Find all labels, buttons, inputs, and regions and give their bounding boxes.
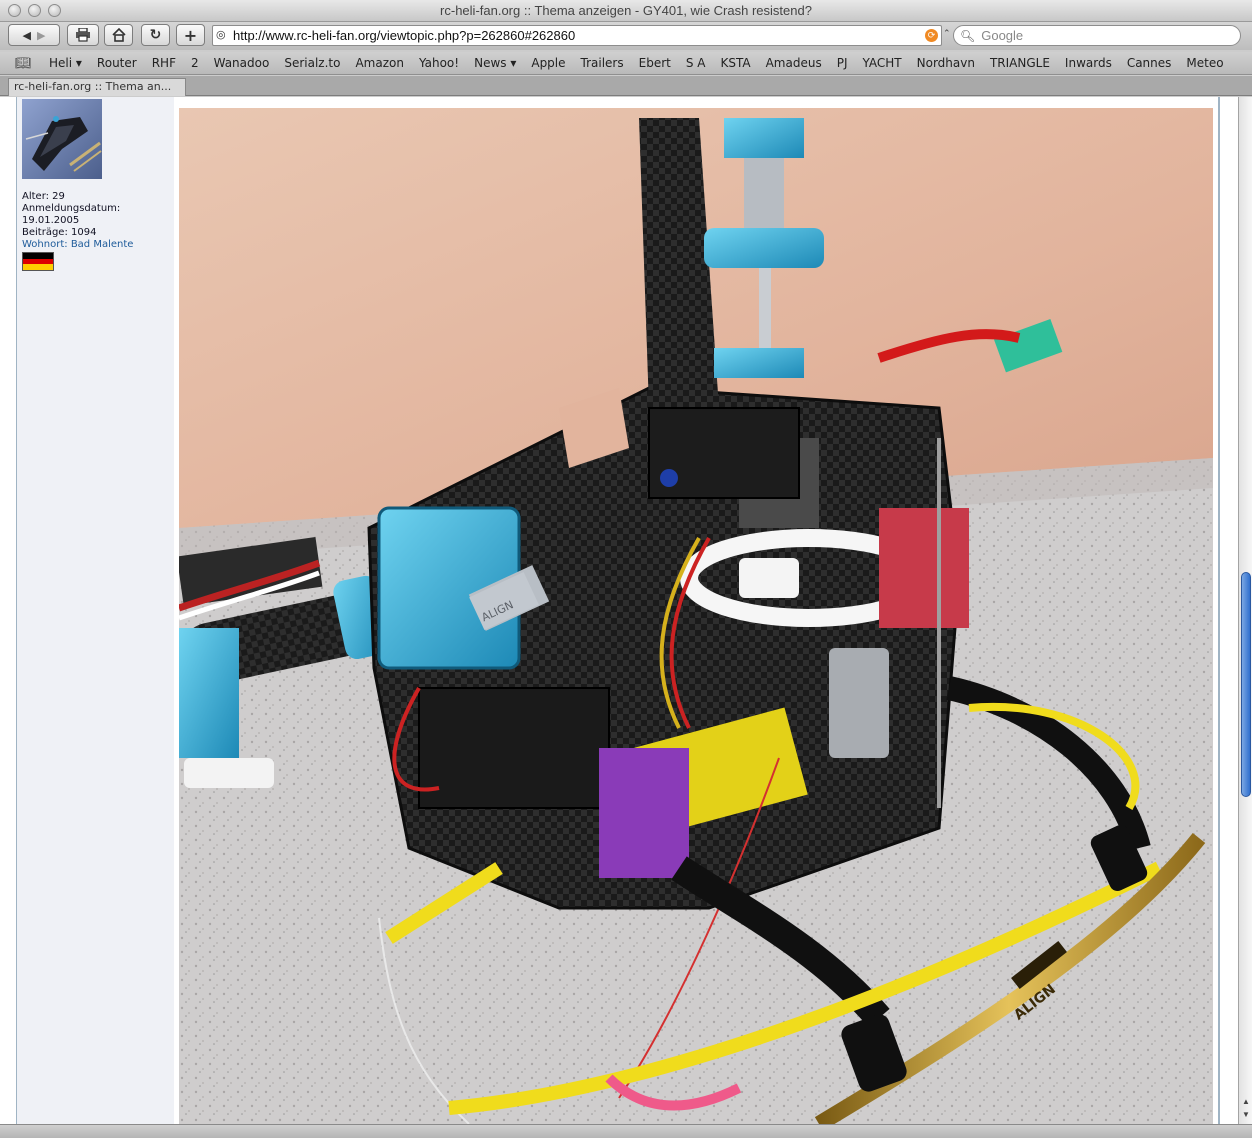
printer-icon [76,28,90,42]
user-location-label: Wohnort: [22,239,68,250]
post-author-panel: Alter: 29 Anmeldungsdatum: 19.01.2005 Be… [16,97,174,1124]
page-content: Alter: 29 Anmeldungsdatum: 19.01.2005 Be… [0,97,1238,1124]
user-location-value: Bad Malente [70,239,134,250]
window-titlebar: rc-heli-fan.org :: Thema anzeigen - GY40… [0,0,1252,22]
bookmark-item[interactable]: S A [686,56,706,70]
reload-button[interactable]: ↻ [141,24,170,46]
user-reg-date: 19.01.2005 [22,215,80,226]
avatar-image [22,99,102,179]
bookmark-item[interactable]: Amazon [355,56,404,70]
window-title: rc-heli-fan.org :: Thema anzeigen - GY40… [440,3,812,18]
address-bar[interactable]: ◎ http://www.rc-heli-fan.org/viewtopic.p… [212,25,942,46]
bookmark-item[interactable]: Inwards [1065,56,1112,70]
germany-flag-icon [22,252,54,271]
back-arrow-icon[interactable]: ◀ [23,29,31,42]
bookmark-item[interactable]: Meteo [1186,56,1223,70]
tab-current[interactable]: rc-heli-fan.org :: Thema an... [8,78,186,96]
bookmark-item[interactable]: PJ [837,56,848,70]
bookmark-item[interactable]: Apple [531,56,565,70]
bookmark-item[interactable]: Ebert [639,56,671,70]
tab-strip: rc-heli-fan.org :: Thema an... [0,76,1252,96]
bookmark-item[interactable]: Yahoo! [419,56,459,70]
bookmark-item[interactable]: Nordhavn [917,56,975,70]
bookmark-item[interactable]: KSTA [721,56,751,70]
user-info: Alter: 29 Anmeldungsdatum: 19.01.2005 Be… [22,191,133,251]
search-placeholder: Google [981,28,1024,43]
scroll-down-arrow-icon[interactable]: ▼ [1241,1110,1251,1120]
forward-arrow-icon[interactable]: ▶ [37,29,45,42]
print-button[interactable] [67,24,99,46]
scrollbar-thumb[interactable] [1241,572,1251,797]
bookmark-item[interactable]: Wanadoo [214,56,270,70]
bookmark-item[interactable]: News ▾ [474,56,516,70]
helicopter-photo: ALIGN ALIGN [179,108,1213,1124]
home-icon [111,28,126,42]
home-button[interactable] [104,24,133,46]
bookmark-item[interactable]: Trailers [581,56,624,70]
book-icon[interactable]: 📖︎ [15,55,37,71]
bookmark-item[interactable]: Router [97,56,137,70]
rss-icon[interactable]: ⟳ [925,29,938,42]
bookmark-item[interactable]: 2 [191,56,199,70]
bookmark-item[interactable]: Serialz.to [284,56,340,70]
bookmark-item[interactable]: Heli ▾ [49,56,82,70]
post-photo[interactable]: ALIGN ALIGN [179,108,1213,1124]
post-body: ALIGN ALIGN [175,97,1220,1124]
scroll-up-arrow-icon[interactable]: ▲ [1241,1097,1251,1107]
status-bar [0,1124,1252,1138]
vertical-scrollbar[interactable]: ▲ ▼ [1238,97,1252,1124]
bookmark-item[interactable]: RHF [152,56,176,70]
user-posts: Beiträge: 1094 [22,227,97,238]
add-bookmark-button[interactable]: + [176,24,205,46]
address-text[interactable]: http://www.rc-heli-fan.org/viewtopic.php… [233,28,575,43]
bookmark-item[interactable]: TRIANGLE [990,56,1050,70]
back-forward-control[interactable]: ◀ ▶ [8,24,60,46]
browser-toolbar: ◀ ▶ ↻ + ◎ http://www.rc-heli-fan.org/vie… [0,22,1252,50]
reload-icon: ↻ [149,27,162,43]
bookmark-item[interactable]: Amadeus [766,56,822,70]
plus-icon: + [183,25,198,45]
bookmarks-bar: 📖︎ Heli ▾ Router RHF 2 Wanadoo Serialz.t… [0,52,1252,75]
bookmark-item[interactable]: Cannes [1127,56,1172,70]
avatar [22,99,102,179]
site-icon: ◎ [216,29,226,41]
search-icon[interactable]: 🔍︎ [960,29,975,43]
search-field[interactable]: 🔍︎ Google [953,25,1241,46]
address-history-icon[interactable]: ⌃ [943,28,951,39]
user-location-row: Wohnort: Bad Malente [22,239,133,251]
bookmark-item[interactable]: YACHT [862,56,901,70]
user-reg-label: Anmeldungsdatum: [22,203,121,214]
user-age: Alter: 29 [22,191,65,202]
content-divider [1218,97,1220,1124]
